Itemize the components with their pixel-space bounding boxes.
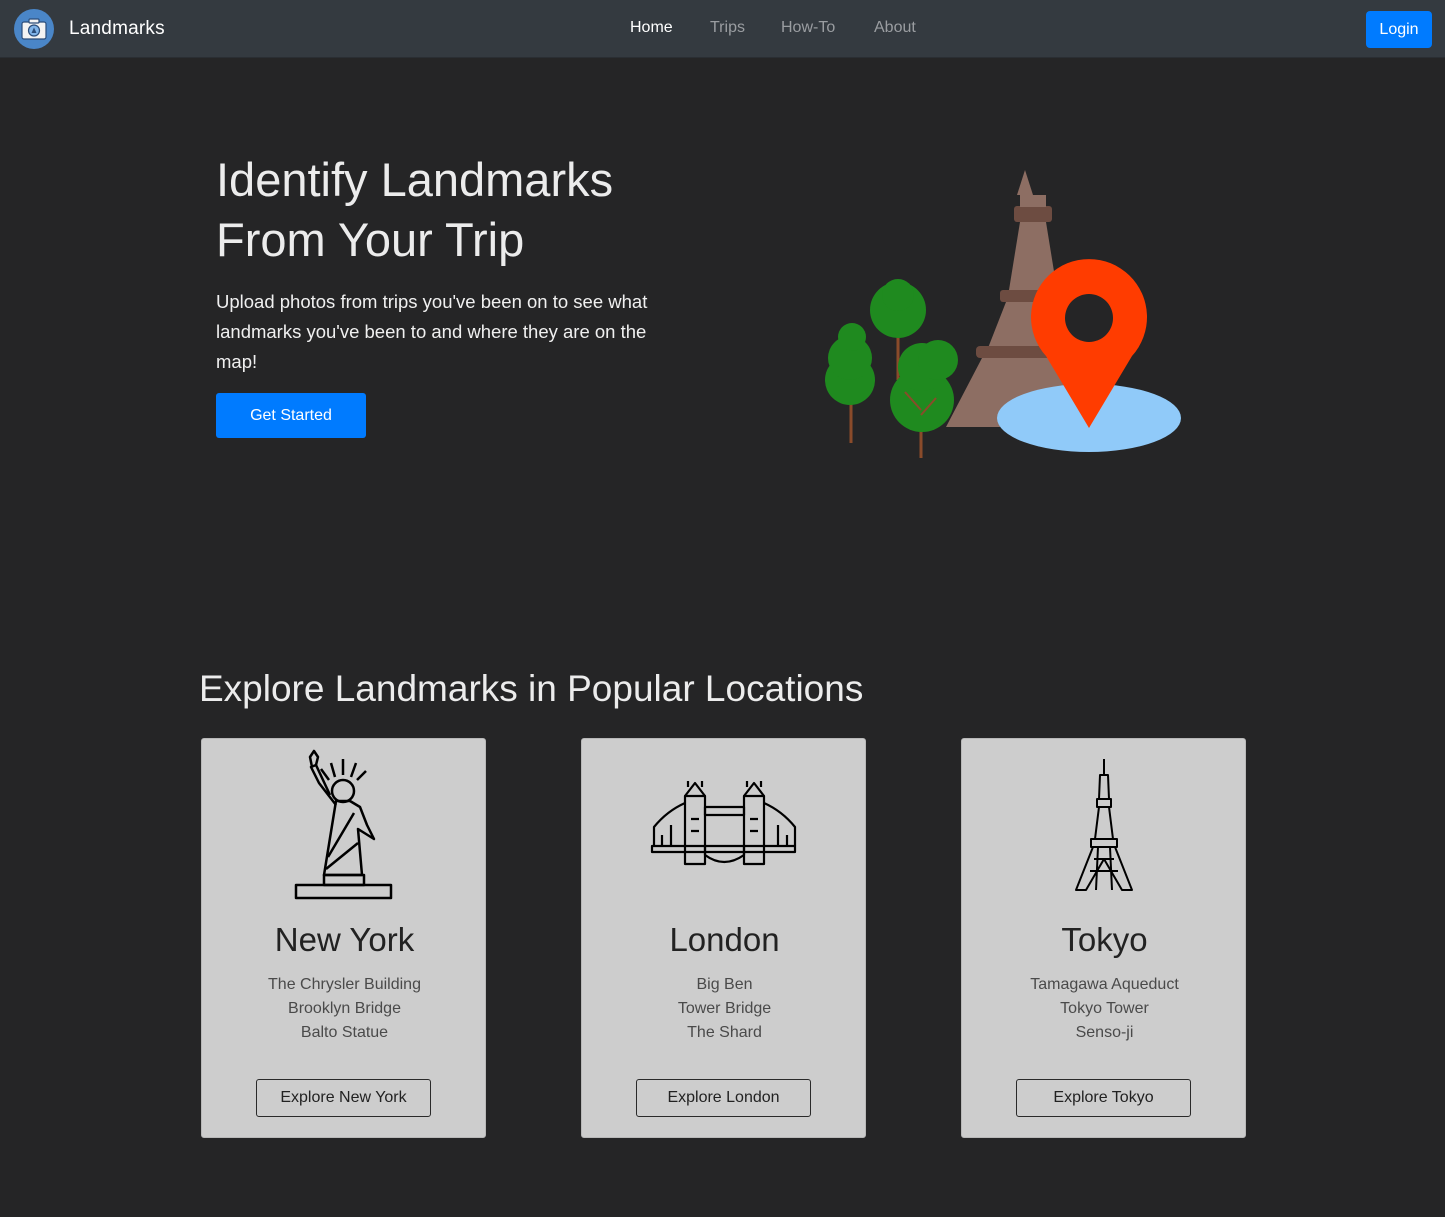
- top-navbar: Landmarks Home Trips How-To About Login: [0, 0, 1445, 58]
- trees-icon: [825, 279, 958, 458]
- card-title: London: [669, 921, 780, 958]
- explore-new-york-button[interactable]: Explore New York: [256, 1079, 431, 1117]
- list-item: Big Ben: [696, 976, 753, 993]
- list-item: Tower Bridge: [677, 1000, 772, 1017]
- tokyo-tower-icon: [962, 747, 1247, 907]
- list-item: Tokyo Tower: [1060, 1000, 1149, 1017]
- landmark-list: The Chrysler Building Brooklyn Bridge Ba…: [202, 973, 487, 1045]
- city-card-london: London Big Ben Tower Bridge The Shard Ex…: [581, 738, 866, 1138]
- explore-title: Explore Landmarks in Popular Locations: [199, 668, 864, 709]
- explore-tokyo-button[interactable]: Explore Tokyo: [1016, 1079, 1191, 1117]
- landmark-list: Tamagawa Aqueduct Tokyo Tower Senso-ji: [962, 973, 1247, 1045]
- hero-subtitle: Upload photos from trips you've been on …: [216, 291, 648, 372]
- list-item: The Chrysler Building: [268, 976, 421, 993]
- tower-bridge-icon: [582, 747, 867, 907]
- landmark-list: Big Ben Tower Bridge The Shard: [582, 973, 867, 1045]
- city-card-new-york: New York The Chrysler Building Brooklyn …: [201, 738, 486, 1138]
- hero-title-line-1: Identify Landmarks: [216, 153, 614, 206]
- hero-title: Identify Landmarks From Your Trip: [216, 150, 736, 270]
- nav-home[interactable]: Home: [630, 19, 673, 37]
- get-started-button[interactable]: Get Started: [216, 393, 366, 438]
- statue-of-liberty-icon: [202, 747, 487, 907]
- list-item: Tamagawa Aqueduct: [1030, 976, 1179, 993]
- nav-links: Home Trips How-To About: [0, 0, 1445, 58]
- hero-illustration: [810, 160, 1190, 465]
- nav-about[interactable]: About: [874, 19, 916, 37]
- list-item: Balto Statue: [300, 1024, 389, 1041]
- nav-how-to[interactable]: How-To: [781, 19, 835, 37]
- login-button[interactable]: Login: [1366, 11, 1432, 48]
- list-item: Senso-ji: [1075, 1024, 1134, 1041]
- nav-trips[interactable]: Trips: [710, 19, 745, 37]
- card-title: New York: [274, 921, 415, 958]
- explore-london-button[interactable]: Explore London: [636, 1079, 811, 1117]
- card-title: Tokyo: [1061, 921, 1148, 958]
- hero-title-line-2: From Your Trip: [216, 213, 525, 266]
- city-card-tokyo: Tokyo Tamagawa Aqueduct Tokyo Tower Sens…: [961, 738, 1246, 1138]
- list-item: The Shard: [687, 1024, 762, 1041]
- list-item: Brooklyn Bridge: [288, 1000, 401, 1017]
